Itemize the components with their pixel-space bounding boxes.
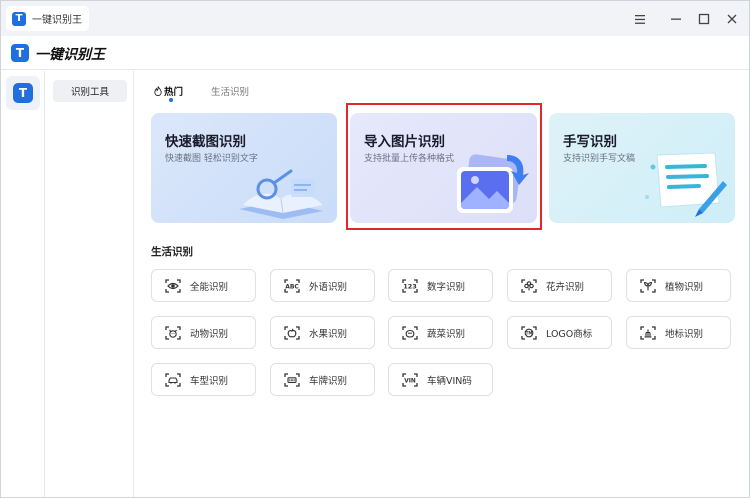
maximize-button[interactable] <box>694 9 714 29</box>
chip-label: 地标识别 <box>665 328 704 340</box>
side-menu: 识别工具 <box>46 71 134 497</box>
eye-scan-icon <box>165 278 181 293</box>
hamburger-icon <box>635 14 645 24</box>
chip-label: 外语识别 <box>309 281 348 293</box>
chip-vegetable[interactable]: 蔬菜识别 <box>388 316 493 349</box>
window-tab-title: 一键识别王 <box>32 15 82 26</box>
menu-item-recognition-tools[interactable]: 识别工具 <box>53 80 127 102</box>
handwriting-paper-icon <box>645 152 727 217</box>
close-button[interactable] <box>722 9 742 29</box>
app-title: 一键识别王 <box>35 47 105 63</box>
book-crop-icon <box>239 169 323 219</box>
active-tab-indicator <box>169 98 173 102</box>
left-rail: T <box>1 71 45 497</box>
card-title: 导入图片识别 <box>364 134 445 150</box>
card-subtitle: 支持识别手写文稿 <box>563 154 636 164</box>
license-plate-scan-icon <box>284 372 300 387</box>
svg-text:123: 123 <box>403 282 417 290</box>
handwriting-recognition-card[interactable]: 手写识别 支持识别手写文稿 <box>549 113 735 223</box>
app-logo-icon: T <box>11 44 29 62</box>
plant-scan-icon <box>640 278 656 293</box>
app-logo-icon: T <box>12 11 26 26</box>
flame-icon <box>154 86 162 96</box>
minimize-icon <box>671 18 681 20</box>
chip-vehicle-vin[interactable]: VIN 车辆VIN码 <box>388 363 493 396</box>
screenshot-recognition-card[interactable]: 快速截图识别 快速截图 轻松识别文字 <box>151 113 337 223</box>
landmark-scan-icon <box>640 325 656 340</box>
chip-all-recognition[interactable]: 全能识别 <box>151 269 256 302</box>
card-subtitle: 支持批量上传各种格式 <box>364 154 455 164</box>
app-window: T 一键识别王 T 一键识别王 T 识别工具 热门 生活识别 快速截图识别 快速… <box>0 0 750 498</box>
chip-label: LOGO商标 <box>546 328 593 340</box>
chip-label: 车辆VIN码 <box>427 375 472 387</box>
chip-landmark[interactable]: 地标识别 <box>626 316 731 349</box>
number-scan-icon: 123 <box>402 278 418 293</box>
rail-home-button[interactable]: T <box>6 76 40 110</box>
chip-label: 蔬菜识别 <box>427 328 466 340</box>
svg-text:VIN: VIN <box>404 378 416 384</box>
tab-hot-label: 热门 <box>164 87 184 98</box>
fruit-scan-icon <box>284 325 300 340</box>
chip-label: 数字识别 <box>427 281 466 293</box>
app-header: T 一键识别王 <box>1 36 749 70</box>
abc-scan-icon: ABC <box>284 278 300 293</box>
chip-number[interactable]: 123 数字识别 <box>388 269 493 302</box>
vegetable-scan-icon <box>402 325 418 340</box>
minimize-button[interactable] <box>666 9 686 29</box>
tab-life[interactable]: 生活识别 <box>211 84 249 98</box>
logo-scan-icon: TM <box>521 325 537 340</box>
chip-label: 动物识别 <box>190 328 229 340</box>
section-title: 生活识别 <box>151 246 193 258</box>
chip-label: 车型识别 <box>190 375 229 387</box>
chip-flower[interactable]: 花卉识别 <box>507 269 612 302</box>
window-tab[interactable]: T 一键识别王 <box>6 6 89 31</box>
chip-label: 花卉识别 <box>546 281 585 293</box>
app-logo-icon: T <box>13 83 33 103</box>
vin-scan-icon: VIN <box>402 372 418 387</box>
animal-scan-icon <box>165 325 181 340</box>
chip-car-model[interactable]: 车型识别 <box>151 363 256 396</box>
menu-button[interactable] <box>630 9 650 29</box>
card-title: 手写识别 <box>563 134 617 150</box>
chip-label: 植物识别 <box>665 281 704 293</box>
title-bar: T 一键识别王 <box>1 1 749 36</box>
image-import-icon <box>457 154 529 213</box>
tab-hot[interactable]: 热门 <box>154 84 183 98</box>
chip-label: 水果识别 <box>309 328 348 340</box>
svg-text:TM: TM <box>526 330 533 335</box>
close-icon <box>727 14 737 24</box>
chip-label: 全能识别 <box>190 281 229 293</box>
maximize-icon <box>698 13 710 25</box>
card-title: 快速截图识别 <box>165 134 246 150</box>
chip-license-plate[interactable]: 车牌识别 <box>270 363 375 396</box>
chip-fruit[interactable]: 水果识别 <box>270 316 375 349</box>
car-scan-icon <box>165 372 181 387</box>
image-import-recognition-card[interactable]: 导入图片识别 支持批量上传各种格式 <box>350 113 537 223</box>
svg-text:ABC: ABC <box>285 283 299 290</box>
chip-label: 车牌识别 <box>309 375 348 387</box>
chip-logo-trademark[interactable]: TM LOGO商标 <box>507 316 612 349</box>
chip-plant[interactable]: 植物识别 <box>626 269 731 302</box>
chip-foreign-language[interactable]: ABC 外语识别 <box>270 269 375 302</box>
flower-scan-icon <box>521 278 537 293</box>
chip-animal[interactable]: 动物识别 <box>151 316 256 349</box>
